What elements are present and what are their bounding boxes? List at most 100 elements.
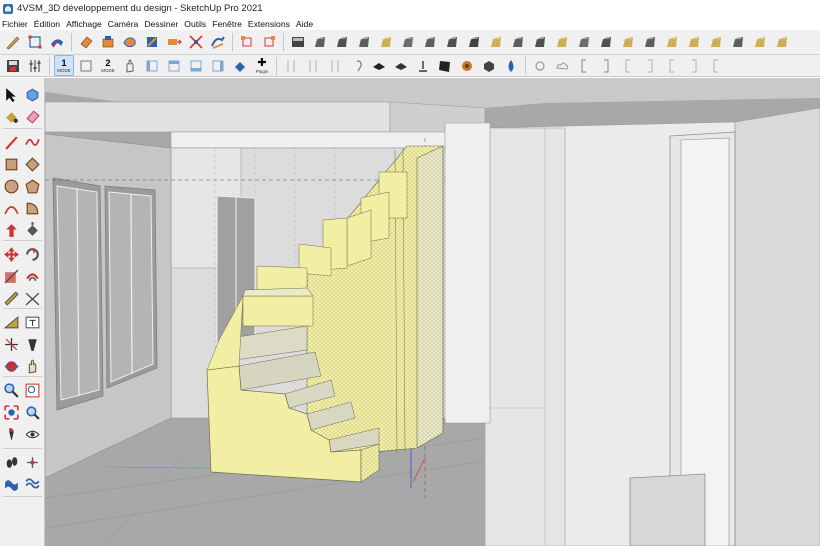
save-icon[interactable] [3, 56, 23, 76]
offset-icon[interactable] [22, 266, 42, 286]
lamp-icon[interactable] [413, 56, 433, 76]
polygon-icon[interactable] [22, 176, 42, 196]
bracket-icon[interactable] [662, 56, 682, 76]
3d-text-icon[interactable] [22, 334, 42, 354]
cube-icon[interactable] [479, 56, 499, 76]
extension-warehouse-icon[interactable] [230, 56, 250, 76]
line-icon[interactable] [1, 132, 21, 152]
stair-component-icon[interactable] [706, 32, 726, 52]
move-icon[interactable] [164, 32, 184, 52]
shadow-icon[interactable] [237, 32, 257, 52]
mode-2-button[interactable]: 2 MODE [98, 55, 118, 76]
bracket-icon[interactable] [640, 56, 660, 76]
menu-affichage[interactable]: Affichage [66, 19, 102, 29]
stair-component-icon[interactable] [728, 32, 748, 52]
eraser-icon[interactable] [76, 32, 96, 52]
stair-component-icon[interactable] [640, 32, 660, 52]
tile-icon[interactable] [369, 56, 389, 76]
bracket-icon[interactable] [596, 56, 616, 76]
push-pull-icon[interactable] [1, 220, 21, 240]
stair-component-icon[interactable] [464, 32, 484, 52]
stair-component-icon[interactable] [574, 32, 594, 52]
circle-outline-icon[interactable] [530, 56, 550, 76]
bracket-icon[interactable] [706, 56, 726, 76]
solid-tools-icon[interactable] [208, 32, 228, 52]
scale-tool-icon[interactable] [25, 32, 45, 52]
section-icon[interactable] [259, 32, 279, 52]
text-icon[interactable] [22, 312, 42, 332]
bracket-icon[interactable] [684, 56, 704, 76]
axes-icon[interactable] [1, 334, 21, 354]
move-icon[interactable] [1, 244, 21, 264]
mode-1-button[interactable]: 1 MODE [54, 55, 74, 76]
menu-aide[interactable]: Aide [296, 19, 313, 29]
stair-component-icon[interactable] [530, 32, 550, 52]
dock-left-icon[interactable] [142, 56, 162, 76]
follow-me-icon[interactable] [22, 220, 42, 240]
zoom-icon[interactable] [1, 380, 21, 400]
stair-component-icon[interactable] [684, 32, 704, 52]
stair-component-icon[interactable] [552, 32, 572, 52]
stair-component-icon[interactable] [662, 32, 682, 52]
eraser-icon[interactable] [22, 106, 42, 126]
look-around-icon[interactable] [22, 424, 42, 444]
stair-component-icon[interactable] [332, 32, 352, 52]
stair-component-icon[interactable] [618, 32, 638, 52]
cloud-icon[interactable] [552, 56, 572, 76]
stair-component-icon[interactable] [310, 32, 330, 52]
rectangle-icon[interactable] [1, 154, 21, 174]
stair-component-icon[interactable] [508, 32, 528, 52]
protractor-icon[interactable] [1, 312, 21, 332]
menu-outils[interactable]: Outils [184, 19, 206, 29]
section-plane-icon[interactable] [22, 452, 42, 472]
frame-icon[interactable] [76, 56, 96, 76]
tape-measure-icon[interactable] [1, 288, 21, 308]
stair-component-icon[interactable] [596, 32, 616, 52]
pipe-icon[interactable] [303, 56, 323, 76]
wood-icon[interactable] [457, 56, 477, 76]
pipe-icon[interactable] [281, 56, 301, 76]
walk-icon[interactable] [1, 452, 21, 472]
stair-component-icon[interactable] [376, 32, 396, 52]
plugin-button[interactable]: ✚ Plugin [251, 55, 273, 76]
paint-bucket-icon[interactable] [1, 106, 21, 126]
dock-top-icon[interactable] [164, 56, 184, 76]
drop-icon[interactable] [501, 56, 521, 76]
arc-icon[interactable] [1, 198, 21, 218]
menu-fichier[interactable]: Fichier [2, 19, 28, 29]
orbit-icon[interactable] [1, 356, 21, 376]
menu-extensions[interactable]: Extensions [248, 19, 290, 29]
tile-icon[interactable] [391, 56, 411, 76]
follow-me-icon[interactable] [47, 32, 67, 52]
push-pull-icon[interactable] [98, 32, 118, 52]
component-icon[interactable] [288, 32, 308, 52]
dock-bottom-icon[interactable] [186, 56, 206, 76]
stair-component-icon[interactable] [750, 32, 770, 52]
stair-component-icon[interactable] [420, 32, 440, 52]
zoom-window-icon[interactable] [22, 380, 42, 400]
rotated-rectangle-icon[interactable] [22, 154, 42, 174]
hook-icon[interactable] [347, 56, 367, 76]
scale-icon[interactable] [1, 266, 21, 286]
menu-dessiner[interactable]: Dessiner [144, 19, 178, 29]
3d-viewport[interactable] [45, 78, 820, 546]
circle-icon[interactable] [1, 176, 21, 196]
pan-icon[interactable] [22, 356, 42, 376]
stair-component-icon[interactable] [442, 32, 462, 52]
hand-icon[interactable] [120, 56, 140, 76]
intersect-icon[interactable] [186, 32, 206, 52]
zoom-extents-icon[interactable] [1, 402, 21, 422]
dock-right-icon[interactable] [208, 56, 228, 76]
menu-fenetre[interactable]: Fenêtre [212, 19, 242, 29]
bracket-icon[interactable] [574, 56, 594, 76]
stair-component-icon[interactable] [486, 32, 506, 52]
select-icon[interactable] [1, 84, 21, 104]
stair-component-icon[interactable] [398, 32, 418, 52]
previous-view-icon[interactable] [22, 402, 42, 422]
pipe-icon[interactable] [325, 56, 345, 76]
stair-component-icon[interactable] [354, 32, 374, 52]
dimension-icon[interactable] [22, 288, 42, 308]
freehand-icon[interactable] [22, 132, 42, 152]
rotate-icon[interactable] [142, 32, 162, 52]
sandbox-icon[interactable] [1, 474, 21, 494]
